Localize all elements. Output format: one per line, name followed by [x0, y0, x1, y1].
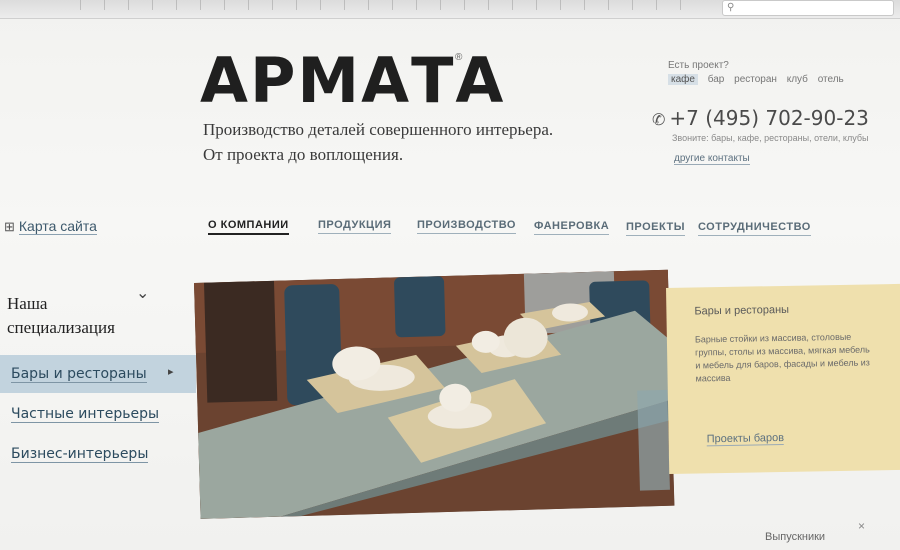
phone-icon: ✆: [652, 110, 666, 129]
close-icon[interactable]: ×: [858, 519, 865, 533]
contact-category[interactable]: ресторан: [734, 74, 777, 85]
nav-item-cooperation[interactable]: СОТРУДНИЧЕСТВО: [698, 221, 811, 236]
hero-image[interactable]: [194, 269, 675, 519]
projects-bars-link[interactable]: Проекты баров: [706, 431, 785, 447]
sidebar-title: Наша специализация: [7, 292, 147, 340]
sitemap-link[interactable]: ⊞ Карта сайта: [4, 218, 97, 235]
tagline: Производство деталей совершенного интерь…: [203, 117, 603, 167]
tab-strip: [80, 0, 700, 10]
contact-category[interactable]: бар: [708, 74, 725, 85]
chevron-down-icon[interactable]: ⌄: [136, 283, 149, 303]
sitemap-icon: ⊞: [4, 219, 15, 234]
panel-title: Бары и рестораны: [694, 303, 790, 318]
nav-item-about[interactable]: О КОМПАНИИ: [208, 219, 289, 235]
chevron-right-icon: ▸: [168, 365, 174, 378]
nav-item-products[interactable]: ПРОДУКЦИЯ: [318, 219, 392, 234]
contact-categories: кафе бар ресторан клуб отель: [668, 74, 888, 85]
contact-question: Есть проект?: [668, 60, 729, 71]
tagline-line-2: От проекта до воплощения.: [203, 145, 404, 164]
browser-search-box[interactable]: ⚲: [722, 0, 894, 16]
sidebar-item-label: Частные интерьеры: [11, 406, 160, 423]
nav-item-veneering[interactable]: ФАНЕРОВКА: [534, 220, 610, 235]
browser-toolbar: ⚲: [0, 0, 900, 19]
footer-label[interactable]: Выпускники: [765, 531, 825, 543]
sitemap-label: Карта сайта: [18, 218, 97, 235]
nav-item-production[interactable]: ПРОИЗВОДСТВО: [417, 219, 516, 234]
registered-mark: ®: [455, 52, 463, 63]
phone-number: +7 (495) 702-90-23: [669, 106, 869, 130]
panel-text: Барные стойки из массива, столовые групп…: [694, 331, 870, 384]
contact-block: Есть проект? кафе бар ресторан клуб отел…: [668, 60, 888, 85]
contact-note: Звоните: бары, кафе, рестораны, отели, к…: [672, 133, 869, 143]
contact-category[interactable]: клуб: [787, 74, 808, 85]
info-panel: Бары и рестораны Барные стойки из массив…: [666, 283, 900, 474]
sidebar-item-private[interactable]: Частные интерьеры: [0, 395, 196, 433]
contact-category[interactable]: кафе: [668, 74, 698, 85]
contact-category[interactable]: отель: [818, 74, 844, 85]
nav-item-projects[interactable]: ПРОЕКТЫ: [626, 221, 685, 236]
other-contacts-link[interactable]: другие контакты: [674, 153, 750, 165]
sidebar-item-label: Бары и рестораны: [11, 366, 147, 383]
phone: ✆ +7 (495) 702-90-23: [652, 106, 869, 130]
tagline-line-1: Производство деталей совершенного интерь…: [203, 120, 554, 139]
restaurant-photo: [194, 269, 675, 519]
sidebar-item-label: Бизнес-интерьеры: [11, 446, 149, 463]
sidebar-title-line-2: специализация: [7, 318, 115, 337]
sidebar-item-business[interactable]: Бизнес-интерьеры: [0, 435, 196, 473]
sidebar-item-bars[interactable]: Бары и рестораны ▸: [0, 355, 196, 393]
search-icon: ⚲: [727, 2, 735, 13]
sidebar-title-line-1: Наша: [7, 294, 48, 313]
